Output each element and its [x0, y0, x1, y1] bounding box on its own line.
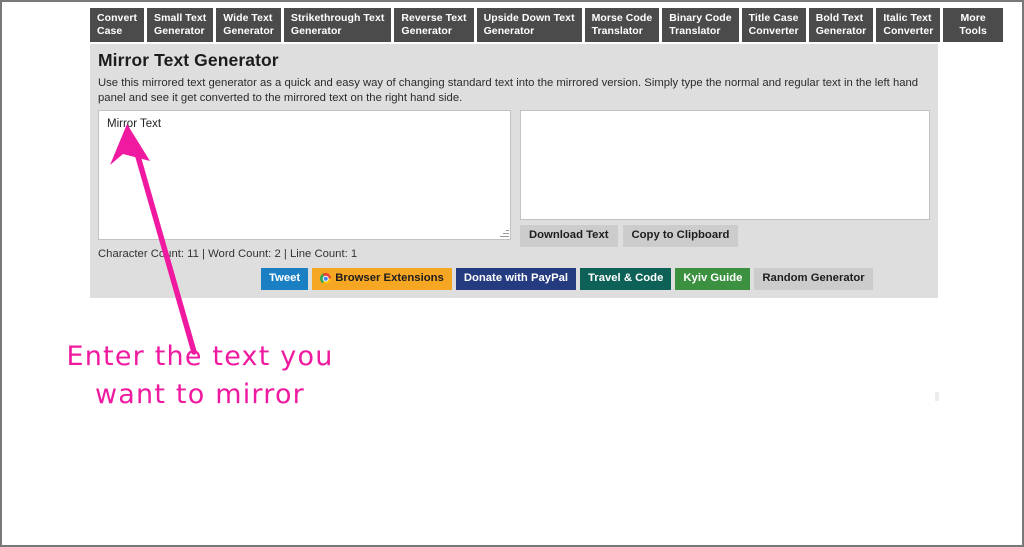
share-button-label: Tweet [269, 272, 300, 285]
page-description: Use this mirrored text generator as a qu… [98, 76, 930, 106]
textarea-resize-handle[interactable] [498, 227, 510, 239]
output-actions: Download Text Copy to Clipboard [520, 225, 738, 247]
share-button-4[interactable]: Kyiv Guide [675, 268, 750, 290]
nav-tab-0[interactable]: Convert Case [90, 8, 144, 42]
nav-tab-1[interactable]: Small Text Generator [147, 8, 213, 42]
share-button-2[interactable]: Donate with PayPal [456, 268, 576, 290]
output-textarea[interactable] [520, 110, 930, 220]
download-text-button[interactable]: Download Text [520, 225, 618, 247]
share-button-label: Kyiv Guide [683, 272, 742, 285]
nav-tab-9[interactable]: Bold Text Generator [809, 8, 874, 42]
scrollbar-tick[interactable] [935, 392, 939, 401]
nav-tab-8[interactable]: Title Case Converter [742, 8, 806, 42]
tool-nav-bar: Convert CaseSmall Text GeneratorWide Tex… [90, 8, 940, 42]
annotation-line-1: Enter the text you [66, 341, 333, 372]
tool-content-panel: Mirror Text Generator Use this mirrored … [90, 44, 938, 298]
nav-tab-2[interactable]: Wide Text Generator [216, 8, 281, 42]
nav-tab-5[interactable]: Upside Down Text Generator [477, 8, 582, 42]
annotation-text: Enter the text you want to mirror [50, 338, 350, 414]
share-button-5[interactable]: Random Generator [754, 268, 872, 290]
share-button-label: Random Generator [762, 272, 864, 285]
nav-tab-6[interactable]: Morse Code Translator [585, 8, 660, 42]
share-button-label: Browser Extensions [335, 272, 444, 285]
nav-tab-4[interactable]: Reverse Text Generator [394, 8, 473, 42]
nav-tab-7[interactable]: Binary Code Translator [662, 8, 738, 42]
nav-tab-3[interactable]: Strikethrough Text Generator [284, 8, 391, 42]
share-button-label: Travel & Code [588, 272, 663, 285]
share-button-label: Donate with PayPal [464, 272, 568, 285]
page-title: Mirror Text Generator [98, 50, 279, 71]
share-button-1[interactable]: Browser Extensions [312, 268, 452, 290]
annotation-line-2: want to mirror [50, 376, 350, 414]
text-statistics: Character Count: 11 | Word Count: 2 | Li… [98, 248, 357, 260]
share-button-row: Tweet Browser Extensions Donate with PayPa… [261, 268, 873, 290]
share-button-0[interactable]: Tweet [261, 268, 308, 290]
nav-tab-10[interactable]: Italic Text Converter [876, 8, 940, 42]
share-button-3[interactable]: Travel & Code [580, 268, 671, 290]
chrome-icon [320, 273, 331, 284]
input-textarea[interactable] [98, 110, 511, 240]
nav-tab-11[interactable]: More Tools [943, 8, 1002, 42]
copy-to-clipboard-button[interactable]: Copy to Clipboard [623, 225, 739, 247]
browser-page: Convert CaseSmall Text GeneratorWide Tex… [0, 0, 1024, 547]
